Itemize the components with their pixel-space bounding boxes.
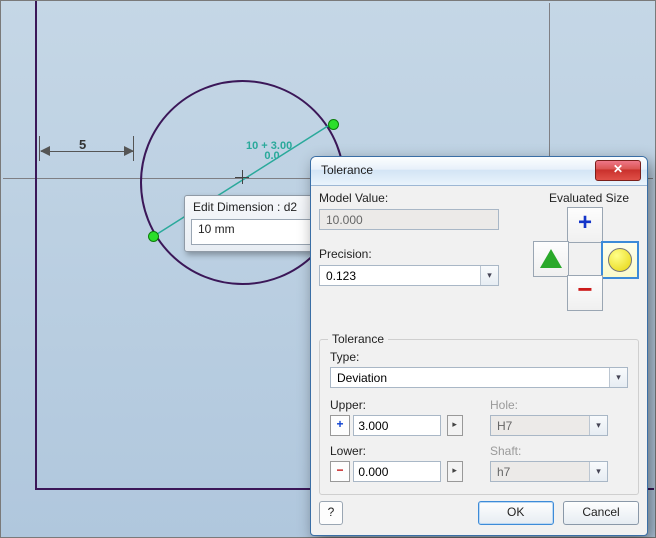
precision-label: Precision: xyxy=(319,247,499,261)
chevron-down-icon: ▾ xyxy=(480,266,498,285)
upper-input[interactable] xyxy=(353,415,441,436)
minus-icon: − xyxy=(330,461,350,482)
circle-center-marker xyxy=(238,173,248,183)
dimension-5-value: 5 xyxy=(79,137,86,152)
cancel-button[interactable]: Cancel xyxy=(563,501,639,525)
dialog-titlebar[interactable]: Tolerance ✕ xyxy=(311,157,647,186)
plus-icon: + xyxy=(330,415,350,436)
dialog-footer: ? OK Cancel xyxy=(319,497,639,527)
circle-icon xyxy=(608,248,632,272)
dialog-title: Tolerance xyxy=(321,163,373,177)
lower-input[interactable] xyxy=(353,461,441,482)
dimension-5[interactable]: 5 xyxy=(41,141,141,161)
triangle-icon xyxy=(540,249,562,268)
hole-label: Hole: xyxy=(490,398,608,412)
evaluated-minus-button[interactable]: − xyxy=(567,275,603,311)
type-label: Type: xyxy=(330,350,628,364)
chevron-down-icon: ▾ xyxy=(609,368,627,387)
upper-label: Upper: xyxy=(330,398,463,412)
tolerance-group: Tolerance Type: ▾ Upper: + ▸ xyxy=(319,339,639,495)
precision-dropdown[interactable] xyxy=(319,265,499,286)
tolerance-group-title: Tolerance xyxy=(328,332,388,346)
dimension-endpoint[interactable] xyxy=(148,231,159,242)
help-icon: ? xyxy=(328,505,335,519)
minus-icon: − xyxy=(568,276,602,302)
lower-spinner[interactable]: ▸ xyxy=(447,461,463,482)
evaluated-nominal-button[interactable] xyxy=(533,241,569,277)
ok-button[interactable]: OK xyxy=(478,501,554,525)
close-icon: ✕ xyxy=(613,162,623,176)
help-button[interactable]: ? xyxy=(319,501,343,525)
evaluated-median-button[interactable] xyxy=(601,241,639,279)
model-value-label: Model Value: xyxy=(319,191,499,205)
tolerance-dialog: Tolerance ✕ Model Value: Evaluated Size … xyxy=(310,156,648,536)
sketch-canvas[interactable]: 5 10 + 3.00 0.0 Edit Dimension : d2 10 m… xyxy=(0,0,656,538)
lower-label: Lower: xyxy=(330,444,463,458)
chevron-down-icon: ▾ xyxy=(589,462,607,481)
close-button[interactable]: ✕ xyxy=(595,160,641,181)
sketch-edge-left xyxy=(35,1,37,490)
shaft-label: Shaft: xyxy=(490,444,608,458)
type-dropdown[interactable] xyxy=(330,367,628,388)
evaluated-plus-button[interactable]: + xyxy=(567,207,603,243)
upper-spinner[interactable]: ▸ xyxy=(447,415,463,436)
model-value-field xyxy=(319,209,499,230)
plus-icon: + xyxy=(568,208,602,238)
evaluated-size-cluster: + − xyxy=(531,191,637,297)
chevron-down-icon: ▾ xyxy=(589,416,607,435)
dimension-endpoint[interactable] xyxy=(328,119,339,130)
dimension-active-text: 10 + 3.00 0.0 xyxy=(246,141,292,161)
